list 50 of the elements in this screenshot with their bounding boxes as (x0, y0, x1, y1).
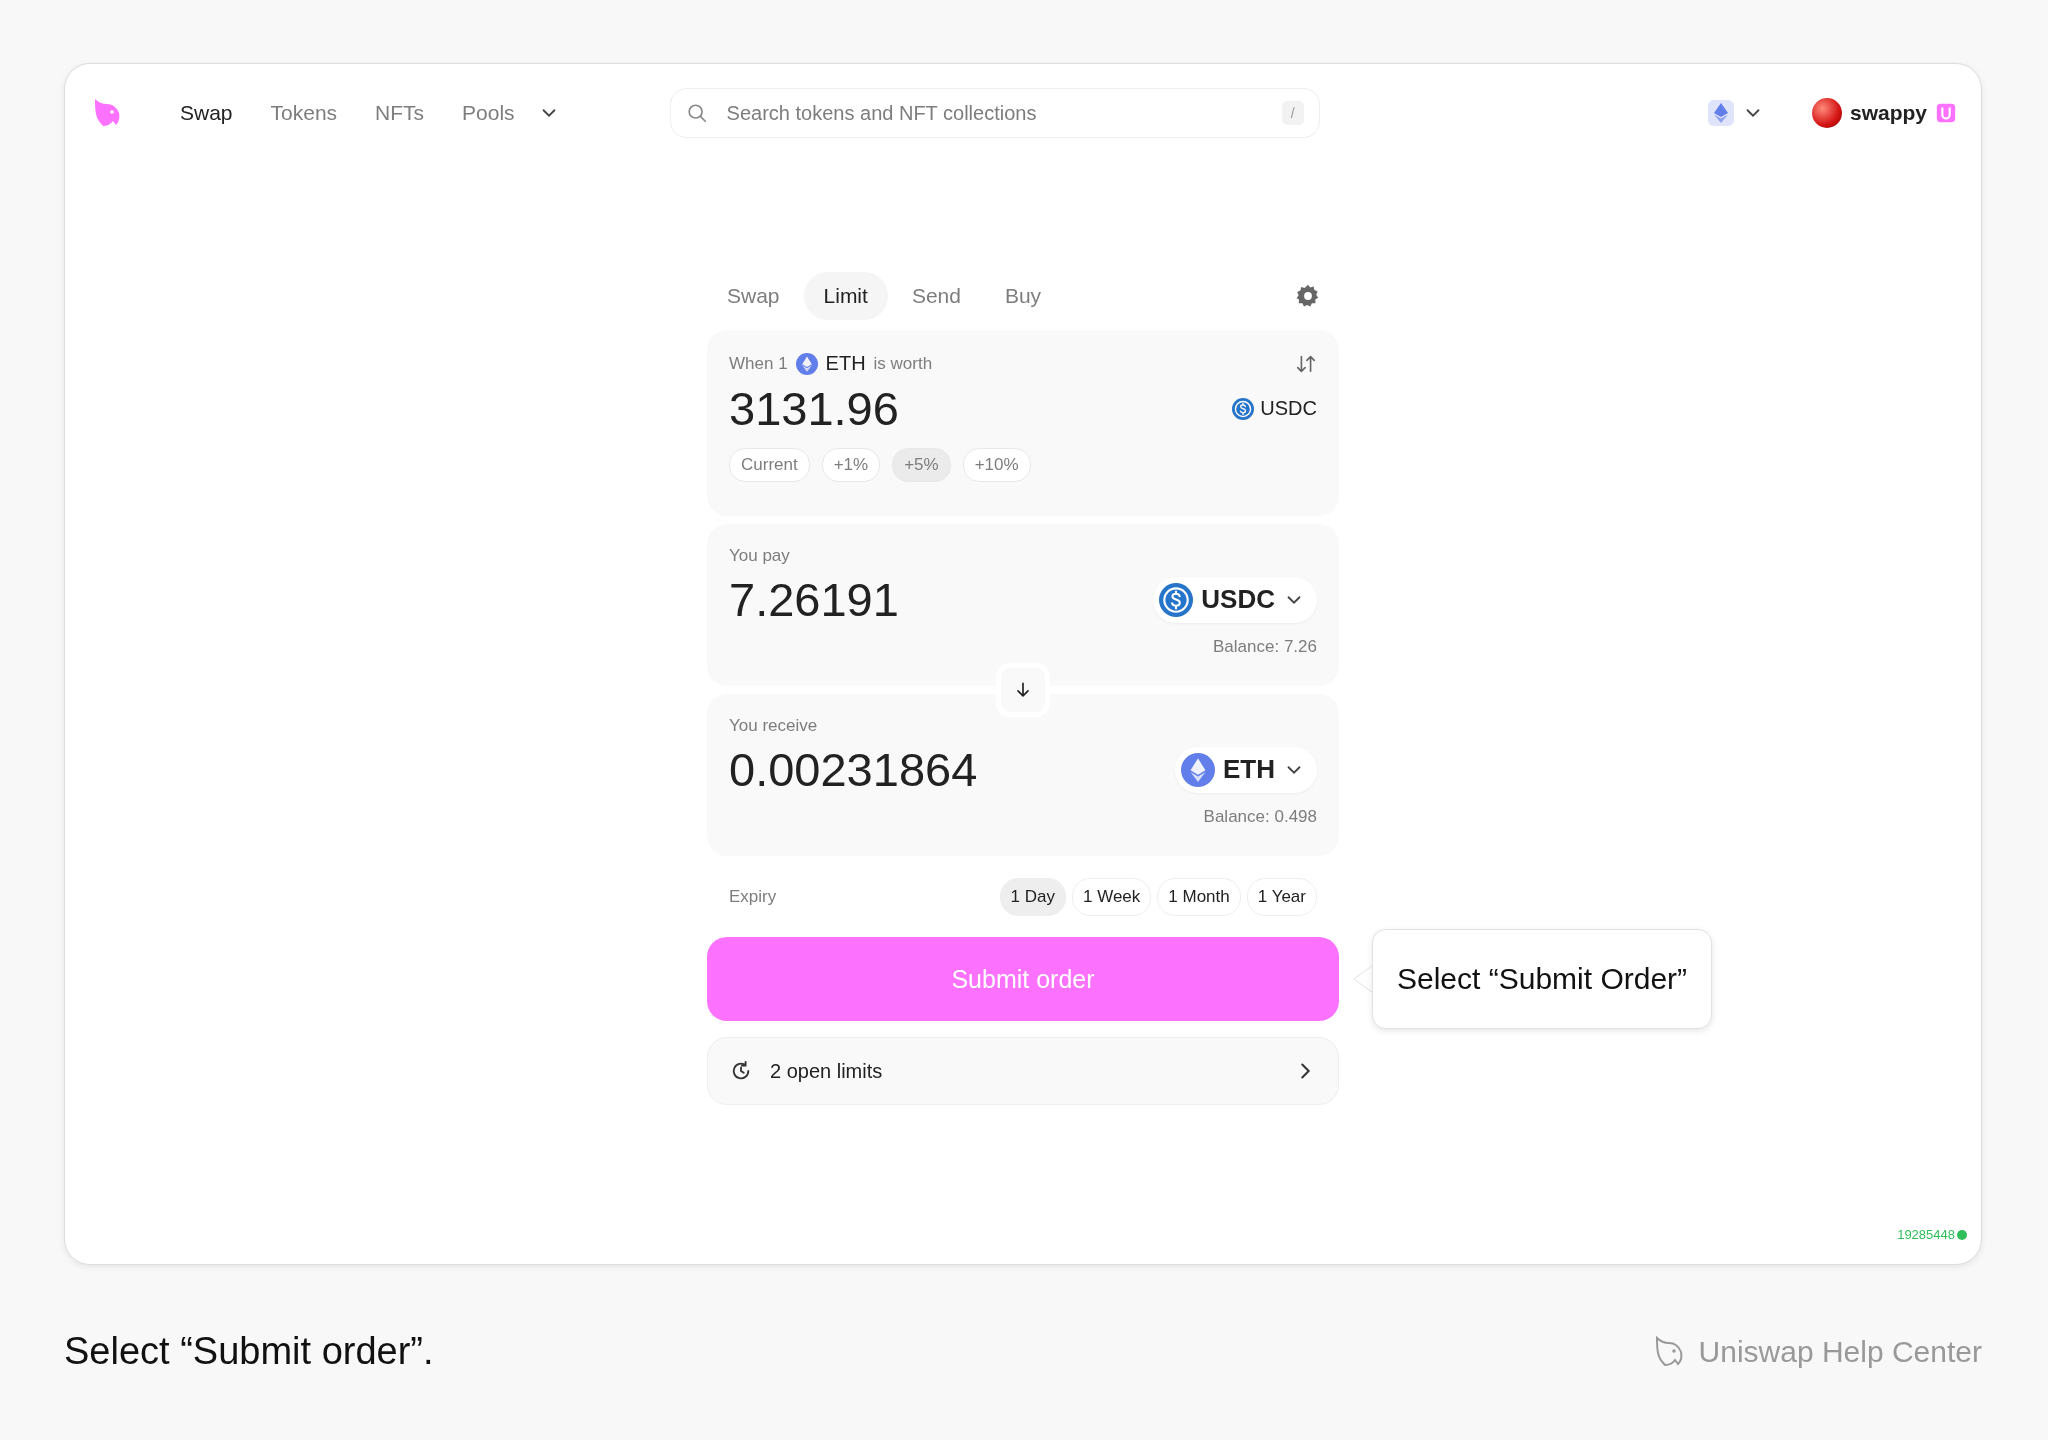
caption-text: Select “Submit order”. (64, 1330, 434, 1373)
nav-link[interactable]: Swap (165, 93, 248, 133)
price-label: is worth (873, 353, 933, 374)
expiry-option[interactable]: 1 Day (999, 878, 1066, 916)
account-button[interactable]: swappy (1811, 98, 1957, 128)
balance-text: Balance: 0.498 (1202, 807, 1317, 827)
balance-text: Balance: 7.26 (1212, 637, 1317, 657)
shortcut-key: / (1281, 101, 1304, 125)
token-symbol: ETH (825, 352, 866, 375)
callout-bubble: Select “Submit Order” (1372, 929, 1713, 1029)
amount-label: You receive (729, 716, 819, 736)
token-selector[interactable]: ETH (1175, 746, 1317, 793)
expiry-label: Expiry (729, 887, 777, 907)
expiry-option[interactable]: 1 Year (1246, 878, 1317, 916)
callout-pointer (1353, 965, 1373, 993)
tab[interactable]: Buy (984, 272, 1062, 320)
open-limits-button[interactable]: 2 open limits (707, 1037, 1339, 1105)
price-value: 3131.96 (729, 381, 899, 436)
price-preset-chip[interactable]: +5% (892, 448, 951, 482)
price-preset-chip[interactable]: Current (729, 448, 810, 482)
ethereum-icon (795, 352, 818, 375)
expiry-option[interactable]: 1 Week (1072, 878, 1152, 916)
search-icon (685, 102, 708, 124)
token-selector[interactable]: USDC (1153, 576, 1317, 623)
status-dot (1957, 1229, 1967, 1240)
usd-coin-icon (1232, 397, 1255, 420)
tab[interactable]: Limit (803, 272, 888, 320)
price-preset-chip[interactable]: +1% (821, 448, 881, 482)
nav-link[interactable]: Pools (447, 93, 530, 133)
submit-order-button[interactable]: Submit order (707, 937, 1339, 1021)
nav-link[interactable]: Tokens (255, 93, 353, 133)
block-number: 19285448 (1897, 1227, 1955, 1242)
nav-link[interactable]: NFTs (360, 93, 440, 133)
history-icon (730, 1060, 752, 1082)
tab[interactable]: Send (891, 272, 981, 320)
tab[interactable]: Swap (707, 272, 800, 320)
avatar (1811, 98, 1842, 128)
unicorn-badge-icon (1935, 102, 1957, 124)
expiry-option[interactable]: 1 Month (1157, 878, 1241, 916)
ethereum-icon (1181, 752, 1215, 787)
amount-label: You pay (729, 546, 791, 566)
price-label: When 1 (729, 353, 788, 374)
token-symbol: USDC (1260, 397, 1317, 420)
usd-coin-icon (1159, 582, 1194, 617)
ethereum-icon (1707, 100, 1734, 126)
price-preset-chip[interactable]: +10% (962, 448, 1031, 482)
settings-icon[interactable] (1295, 283, 1321, 309)
amount-value: 7.26191 (729, 572, 899, 627)
amount-value: 0.00231864 (729, 742, 978, 797)
brand-name: Uniswap Help Center (1698, 1334, 1982, 1369)
